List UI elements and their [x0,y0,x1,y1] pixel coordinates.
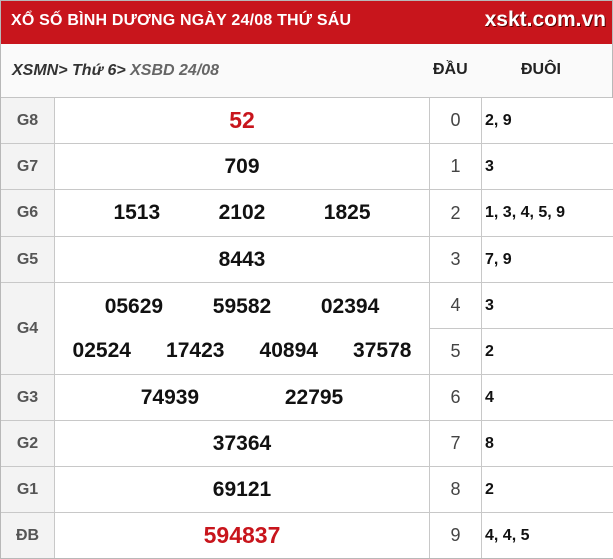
column-header-dau: ĐẦU [433,61,468,78]
loto-row: 8 2 [429,467,613,513]
prize-label: ĐB [1,513,55,558]
prize-number: 40894 [259,338,318,362]
prize-number: 59582 [212,294,272,318]
prize-label: G2 [1,421,55,466]
prize-number: 1513 [113,201,161,224]
prize-label: G3 [1,375,55,420]
loto-duoi: 2 [485,342,494,360]
breadcrumb-xsmn-link[interactable]: XSMN [12,62,58,79]
prize-number: 37578 [353,338,412,362]
loto-row: 4 3 [429,283,613,329]
results-title: XỔ SỐ BÌNH DƯƠNG NGÀY 24/08 THỨ SÁU [11,12,352,29]
loto-dau: 2 [430,190,482,236]
results-header: XỔ SỐ BÌNH DƯƠNG NGÀY 24/08 THỨ SÁU xskt… [1,1,612,44]
loto-duoi: 3 [485,296,494,314]
table-subheader: XSMN> Thứ 6> XSBD 24/08 ĐẦU ĐUÔI [1,44,612,98]
loto-dau: 0 [430,98,482,143]
prize-number: 02524 [72,338,131,362]
loto-duoi: 2, 9 [485,111,512,129]
breadcrumb-current: XSBD 24/08 [125,62,220,79]
breadcrumb-separator: > [116,62,126,79]
loto-row: 7 8 [429,421,613,467]
prize-number: 37364 [212,431,272,455]
prize-label: G8 [1,98,55,143]
prize-label: G4 [1,283,55,374]
loto-row: 1 3 [429,144,613,190]
loto-row: 0 2, 9 [429,98,613,144]
loto-row: 6 4 [429,375,613,421]
loto-duoi: 2 [485,480,494,498]
loto-duoi: 8 [485,434,494,452]
loto-row: 9 4, 4, 5 [429,513,613,558]
loto-dau: 7 [430,421,482,466]
column-header-duoi: ĐUÔI [521,61,561,78]
prize-number: 05629 [104,294,164,318]
loto-dau: 1 [430,144,482,189]
loto-dau: 5 [430,329,482,374]
prize-number: 02394 [320,294,380,318]
loto-dau: 3 [430,237,482,282]
site-logo[interactable]: xskt.com.vn [485,8,606,32]
prize-number: 52 [229,107,255,133]
prize-number: 22795 [284,385,344,409]
breadcrumb-thu6-link[interactable]: Thứ 6 [68,62,116,79]
loto-row: 3 7, 9 [429,237,613,283]
loto-dau: 6 [430,375,482,420]
prize-number: 709 [224,154,260,178]
loto-duoi: 4, 4, 5 [485,526,530,544]
breadcrumb-separator: > [58,62,68,79]
loto-duoi: 1, 3, 4, 5, 9 [485,204,566,221]
loto-duoi: 7, 9 [485,250,512,268]
loto-duoi: 4 [485,388,494,406]
prize-number: 8443 [218,247,266,271]
loto-dau: 8 [430,467,482,512]
prize-number: 1825 [323,201,371,224]
results-panel: XỔ SỐ BÌNH DƯƠNG NGÀY 24/08 THỨ SÁU xskt… [0,0,613,559]
loto-row: 2 1, 3, 4, 5, 9 [429,190,613,237]
prize-label: G5 [1,237,55,282]
prize-label: G6 [1,190,55,236]
prize-label: G1 [1,467,55,512]
prize-number: 17423 [166,338,225,362]
prize-label: G7 [1,144,55,189]
special-prize-number: 594837 [203,522,281,548]
loto-dau: 9 [430,513,482,558]
prize-number: 69121 [212,477,272,501]
loto-duoi: 3 [485,157,494,175]
breadcrumb: XSMN> Thứ 6> XSBD 24/08 [12,62,219,80]
prize-number: 2102 [218,201,266,224]
prize-number: 74939 [140,385,200,409]
loto-row: 5 2 [429,329,613,375]
loto-dau: 4 [430,283,482,328]
